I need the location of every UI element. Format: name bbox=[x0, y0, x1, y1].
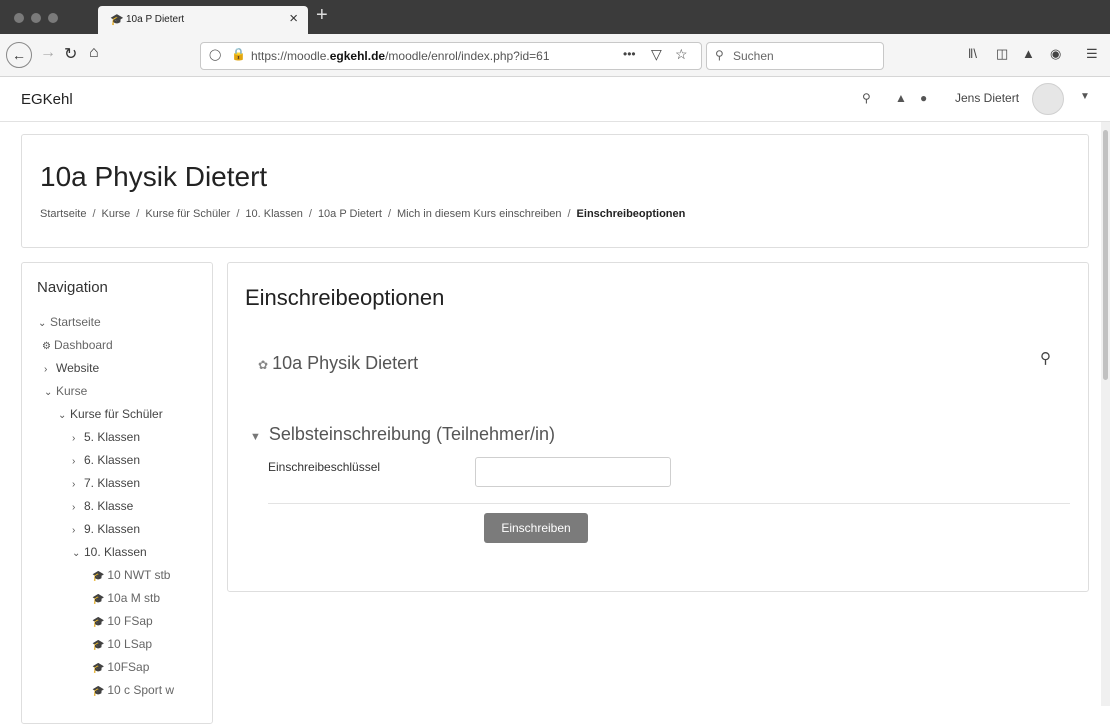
nav-item-5-klassen[interactable]: › 5. Klassen bbox=[72, 430, 140, 444]
zoom-window-dot[interactable] bbox=[48, 13, 58, 23]
enrolment-key-input[interactable] bbox=[475, 457, 671, 487]
nav-course-10-nwt-stb[interactable]: 🎓 10 NWT stb bbox=[92, 568, 170, 582]
chevron-down-icon: ⌄ bbox=[38, 318, 47, 329]
page-actions-icon[interactable]: ••• bbox=[623, 47, 636, 61]
nav-item-kurse[interactable]: ⌄ Kurse bbox=[44, 384, 87, 398]
pocket-icon[interactable]: ▽ bbox=[651, 46, 662, 63]
section-header[interactable]: ▼ Selbsteinschreibung (Teilnehmer/in) bbox=[250, 424, 555, 445]
chevron-right-icon: › bbox=[72, 502, 76, 513]
messages-icon[interactable]: ● bbox=[920, 91, 927, 105]
chevron-right-icon: › bbox=[72, 479, 76, 490]
nav-item-8-klasse[interactable]: › 8. Klasse bbox=[72, 499, 133, 513]
breadcrumb: Startseite / Kurse / Kurse für Schüler/10. K… bbox=[40, 208, 686, 220]
page-title: 10a Physik Dietert bbox=[40, 161, 268, 192]
divider bbox=[268, 503, 1070, 504]
graduation-cap-icon: 🎓 bbox=[92, 571, 105, 582]
nav-course-10a-m-stb[interactable]: 🎓 10a M stb bbox=[92, 591, 160, 605]
navigation-title: Navigation bbox=[37, 279, 108, 296]
url-bar[interactable]: ◯ 🔒 https://moodle.egkehl.de/moodle/enro… bbox=[200, 42, 702, 70]
nav-item-website[interactable]: › Website bbox=[44, 361, 99, 375]
home-icon[interactable]: ⌂ bbox=[89, 44, 99, 62]
page-header: 10a Physik Dietert Startseite / Kurse / Kurs… bbox=[21, 134, 1089, 248]
notification-bell-icon[interactable]: ▲ bbox=[895, 91, 907, 105]
tracking-shield-icon[interactable]: ◯ bbox=[209, 48, 221, 61]
key-icon: ⚲ bbox=[1040, 350, 1051, 367]
enrolment-options-region: Einschreibeoptionen ✿ 10a Physik Dietert … bbox=[227, 262, 1089, 592]
nav-course-10fsap[interactable]: 🎓 10FSap bbox=[92, 660, 149, 674]
back-icon[interactable]: ← bbox=[6, 42, 32, 68]
graduation-cap-icon: 🎓 bbox=[92, 617, 105, 628]
browser-toolbar: ← → ↻ ⌂ ◯ 🔒 https://moodle.egkehl.de/moo… bbox=[0, 34, 1110, 77]
graduation-cap-icon: 🎓 bbox=[92, 594, 105, 605]
graduation-cap-icon: 🎓 bbox=[92, 686, 105, 697]
dashboard-icon: ⚙ bbox=[42, 341, 51, 352]
forward-icon[interactable]: → bbox=[40, 44, 56, 62]
sidebar-icon[interactable]: ◫ bbox=[996, 46, 1008, 62]
menu-icon[interactable]: ☰ bbox=[1086, 46, 1098, 62]
chevron-down-icon: ▼ bbox=[250, 431, 261, 443]
chevron-right-icon: › bbox=[72, 456, 76, 467]
nav-item-startseite[interactable]: ⌄ Startseite bbox=[38, 315, 101, 329]
enrolment-key-label: Einschreibeschlüssel bbox=[268, 460, 381, 474]
nav-item-9-klassen[interactable]: › 9. Klassen bbox=[72, 522, 140, 536]
breadcrumb-item[interactable]: 10. Klassen bbox=[245, 208, 302, 220]
chevron-down-icon: ⌄ bbox=[58, 410, 67, 421]
minimize-window-dot[interactable] bbox=[31, 13, 41, 23]
window-controls[interactable] bbox=[14, 13, 58, 23]
nav-course-10-lsap[interactable]: 🎓 10 LSap bbox=[92, 637, 152, 651]
breadcrumb-item[interactable]: Mich in diesem Kurs einschreiben bbox=[397, 208, 561, 220]
breadcrumb-item[interactable]: Startseite bbox=[40, 208, 86, 220]
browser-tab-bar: 🎓 10a P Dietert × + bbox=[0, 0, 1110, 34]
browser-tab[interactable]: 🎓 10a P Dietert × bbox=[98, 6, 308, 34]
chevron-down-icon: ⌄ bbox=[72, 548, 81, 559]
main-title: Einschreibeoptionen bbox=[245, 285, 445, 310]
nav-course-10-c-sport-w[interactable]: 🎓 10 c Sport w bbox=[92, 683, 174, 697]
nav-item-6-klassen[interactable]: › 6. Klassen bbox=[72, 453, 140, 467]
nav-item-10-klassen[interactable]: ⌄ 10. Klassen bbox=[72, 545, 147, 559]
account-icon[interactable]: ◉ bbox=[1050, 46, 1061, 62]
enrol-button[interactable]: Einschreiben bbox=[484, 513, 588, 543]
graduation-cap-icon: 🎓 bbox=[92, 663, 105, 674]
site-navbar: EGKehl ⚲ ▲ ● Jens Dietert ▼ bbox=[0, 77, 1110, 122]
nav-item-kurse-fuer-schueler[interactable]: ⌄ Kurse für Schüler bbox=[58, 407, 163, 421]
moodle-hat-icon: 🎓 bbox=[110, 14, 124, 26]
chevron-down-icon: ⌄ bbox=[44, 387, 53, 398]
tab-title: 10a P Dietert bbox=[126, 14, 185, 25]
extension-icon[interactable]: ▲ bbox=[1022, 46, 1035, 61]
navigation-block: Navigation ⌄ Startseite ⚙ Dashboard › Websi… bbox=[21, 262, 213, 724]
url-text[interactable]: https://moodle.egkehl.de/moodle/enrol/in… bbox=[251, 49, 550, 63]
chevron-down-icon[interactable]: ▼ bbox=[1080, 91, 1090, 102]
nav-item-7-klassen[interactable]: › 7. Klassen bbox=[72, 476, 140, 490]
chevron-right-icon: › bbox=[72, 525, 76, 536]
search-placeholder: Suchen bbox=[733, 49, 774, 63]
breadcrumb-item[interactable]: Kurse für Schüler bbox=[145, 208, 230, 220]
library-icon[interactable]: ‖\ bbox=[968, 46, 977, 61]
nav-item-dashboard[interactable]: ⚙ Dashboard bbox=[42, 338, 113, 352]
search-input[interactable]: ⚲ Suchen bbox=[706, 42, 884, 70]
course-icon: ✿ bbox=[258, 358, 269, 372]
graduation-cap-icon: 🎓 bbox=[92, 640, 105, 651]
site-brand[interactable]: EGKehl bbox=[21, 91, 73, 108]
breadcrumb-item[interactable]: 10a P Dietert bbox=[318, 208, 382, 220]
bookmark-star-icon[interactable]: ☆ bbox=[675, 46, 688, 63]
avatar[interactable] bbox=[1032, 83, 1064, 115]
close-window-dot[interactable] bbox=[14, 13, 24, 23]
lock-icon[interactable]: 🔒 bbox=[231, 47, 246, 61]
scrollbar-thumb[interactable] bbox=[1103, 130, 1108, 380]
chevron-right-icon: › bbox=[72, 433, 76, 444]
search-icon: ⚲ bbox=[715, 48, 724, 62]
user-name[interactable]: Jens Dietert bbox=[955, 91, 1019, 105]
new-tab-icon[interactable]: + bbox=[316, 4, 328, 27]
nav-course-10-fsap[interactable]: 🎓 10 FSap bbox=[92, 614, 153, 628]
search-icon[interactable]: ⚲ bbox=[862, 91, 871, 105]
chevron-right-icon: › bbox=[44, 364, 48, 375]
breadcrumb-current: Einschreibeoptionen bbox=[576, 208, 686, 220]
close-tab-icon[interactable]: × bbox=[289, 10, 298, 27]
course-name[interactable]: ✿ 10a Physik Dietert bbox=[258, 353, 418, 374]
breadcrumb-item[interactable]: Kurse bbox=[102, 208, 131, 220]
reload-icon[interactable]: ↻ bbox=[64, 44, 77, 64]
